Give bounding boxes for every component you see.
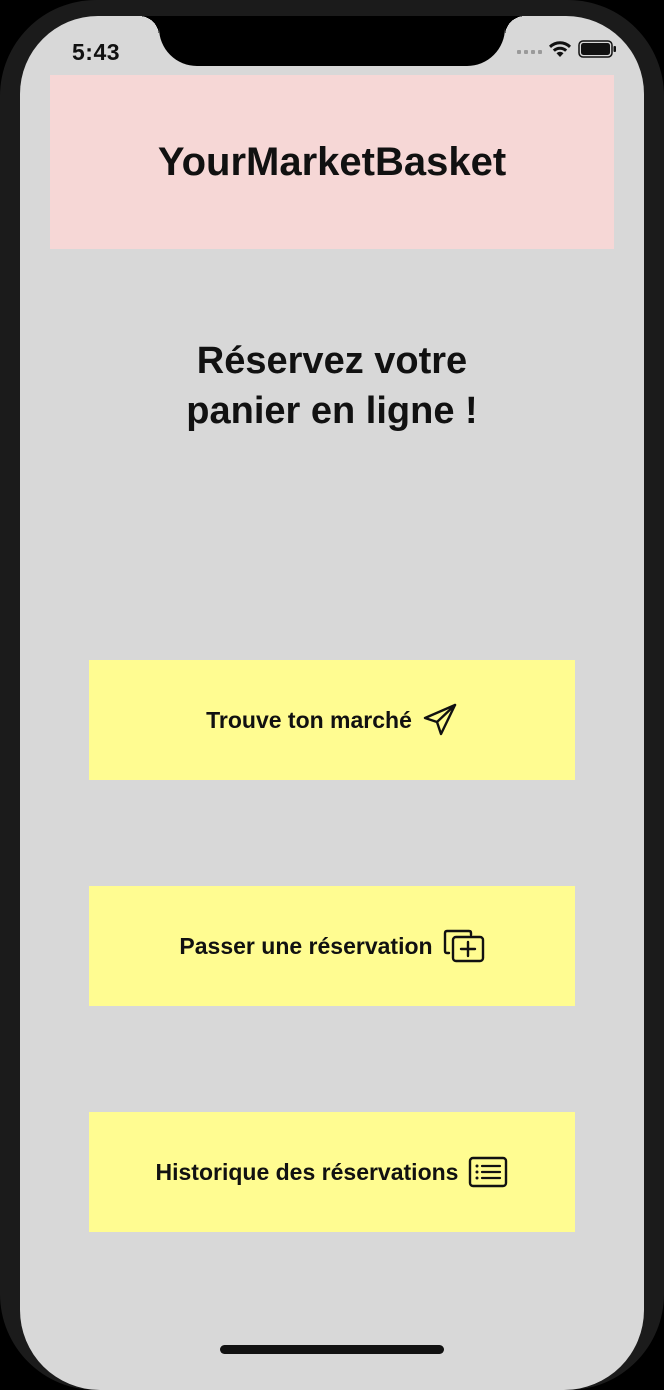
device-frame: 5:43 YourMarketBasket Réservez votre pan…	[0, 0, 664, 1390]
list-icon	[468, 1156, 508, 1188]
status-time: 5:43	[72, 39, 121, 65]
screen: 5:43 YourMarketBasket Réservez votre pan…	[20, 16, 644, 1390]
app-header: YourMarketBasket	[50, 75, 614, 249]
wifi-icon	[548, 40, 572, 63]
hero-title: Réservez votre panier en ligne !	[20, 336, 644, 436]
reservation-history-label: Historique des réservations	[155, 1158, 459, 1185]
hero-title-line-2: panier en ligne !	[186, 390, 478, 432]
reservation-history-button[interactable]: Historique des réservations	[89, 1112, 575, 1232]
cellular-signal-icon	[517, 49, 542, 54]
home-indicator[interactable]	[220, 1345, 444, 1354]
battery-icon	[578, 40, 618, 63]
make-reservation-button[interactable]: Passer une réservation	[89, 886, 575, 1006]
find-market-button[interactable]: Trouve ton marché	[89, 660, 575, 780]
device-notch	[139, 16, 525, 66]
add-stack-icon	[443, 929, 485, 963]
make-reservation-label: Passer une réservation	[179, 932, 433, 959]
status-icons	[517, 40, 618, 63]
hero-title-line-1: Réservez votre	[196, 340, 468, 382]
find-market-label: Trouve ton marché	[206, 706, 412, 733]
paper-plane-icon	[422, 703, 458, 737]
app-title: YourMarketBasket	[157, 139, 507, 184]
